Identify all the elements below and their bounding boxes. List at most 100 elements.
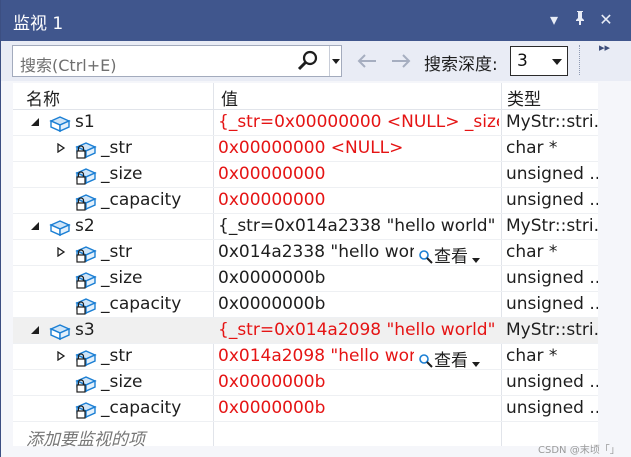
private-member-icon	[75, 142, 97, 159]
watch-type: MyStr::stri...	[506, 216, 598, 236]
watch-value[interactable]: 0x00000000	[218, 164, 499, 184]
watch-name[interactable]: s2	[75, 216, 95, 236]
watch-name[interactable]: s1	[75, 112, 95, 132]
watch-value[interactable]: 0x014a2338 "hello worl...	[218, 242, 414, 262]
private-member-icon	[75, 168, 97, 185]
search-options-dropdown-icon[interactable]	[330, 46, 342, 76]
watch-type: unsigned ...	[506, 164, 598, 184]
private-member-icon	[75, 272, 97, 289]
expanded-triangle-icon[interactable]	[30, 325, 40, 335]
watch-name[interactable]: _capacity	[101, 190, 181, 210]
search-forward-arrow-icon[interactable]	[390, 53, 412, 69]
search-box[interactable]: 搜索(Ctrl+E)	[12, 45, 342, 77]
visualizer-label[interactable]: 查看	[434, 351, 468, 371]
watch-name[interactable]: _size	[101, 268, 142, 288]
object-icon	[49, 220, 71, 237]
private-member-icon	[75, 376, 97, 393]
expanded-triangle-icon[interactable]	[30, 117, 40, 127]
watch-value[interactable]: {_str=0x00000000 <NULL> _size=...	[218, 112, 499, 132]
watch-row-size[interactable]: _size 0x0000000b unsigned ...	[13, 370, 598, 396]
visualizer-label[interactable]: 查看	[434, 247, 468, 267]
watch-row-size[interactable]: _size 0x0000000b unsigned ...	[13, 266, 598, 292]
watch-type: unsigned ...	[506, 268, 598, 288]
watch-name[interactable]: _capacity	[101, 398, 181, 418]
search-depth-select[interactable]: 3	[510, 46, 568, 76]
watch-type: unsigned ...	[506, 398, 598, 418]
column-header-name[interactable]: 名称	[26, 85, 60, 110]
watch-row-str[interactable]: _str 0x00000000 <NULL> char *	[13, 136, 598, 162]
private-member-icon	[75, 350, 97, 367]
watch-grid: 名称 值 类型 s1 {_str=0x00000000 <NULL> _size=…	[13, 83, 598, 450]
private-member-icon	[75, 246, 97, 263]
watch-value[interactable]: 0x014a2098 "hello worl...	[218, 346, 414, 366]
magnifier-icon	[419, 354, 433, 368]
watch-value[interactable]: 0x0000000b	[218, 294, 499, 314]
object-icon	[49, 324, 71, 341]
chevron-down-icon[interactable]	[468, 255, 484, 265]
watch-type: unsigned ...	[506, 190, 598, 210]
watch-value[interactable]: 0x00000000	[218, 190, 499, 210]
toolbar: 搜索(Ctrl+E) 搜索深度: 3 ▸▸	[1, 41, 631, 81]
search-input[interactable]: 搜索(Ctrl+E)	[20, 52, 116, 76]
add-watch-placeholder[interactable]: 添加要监视的项	[26, 425, 145, 450]
watch-type: MyStr::stri...	[506, 320, 598, 340]
watch-name[interactable]: _str	[101, 242, 132, 262]
toolbar-grip	[579, 45, 581, 75]
watch-window: 监视 1 ▾ ✕ 搜索(Ctrl+E) 搜索深度: 3 ▸▸ 名称 值 类型 s…	[0, 0, 631, 457]
search-depth-value: 3	[517, 51, 528, 71]
watch-row-s2[interactable]: s2 {_str=0x014a2338 "hello world" _s... My…	[13, 214, 598, 240]
toolbar-overflow-icon[interactable]: ▸▸	[599, 41, 610, 54]
grid-header: 名称 值 类型	[13, 83, 598, 110]
collapsed-triangle-icon[interactable]	[56, 143, 66, 153]
watch-type: char *	[506, 138, 558, 158]
expanded-triangle-icon[interactable]	[30, 221, 40, 231]
watch-row-str[interactable]: _str 0x014a2338 "hello worl... 查看 char *	[13, 240, 598, 267]
column-header-value[interactable]: 值	[221, 85, 238, 110]
vertical-scroll-area[interactable]	[600, 83, 631, 457]
watermark: CSDN @末顷「」	[538, 445, 620, 456]
watch-value[interactable]: 0x0000000b	[218, 268, 499, 288]
close-icon[interactable]: ✕	[596, 10, 616, 30]
watch-name[interactable]: _size	[101, 372, 142, 392]
magnifier-icon	[419, 250, 433, 264]
watch-row-s3[interactable]: s3 {_str=0x014a2098 "hello world" _s... My…	[13, 318, 598, 344]
private-member-icon	[75, 402, 97, 419]
text-visualizer-button[interactable]: 查看	[418, 346, 484, 371]
watch-name[interactable]: _capacity	[101, 294, 181, 314]
watch-type: char *	[506, 242, 558, 262]
watch-value[interactable]: 0x00000000 <NULL>	[218, 138, 499, 158]
chevron-down-icon	[552, 59, 562, 65]
private-member-icon	[75, 298, 97, 315]
watch-type: MyStr::stri...	[506, 112, 598, 132]
watch-name[interactable]: _str	[101, 346, 132, 366]
search-back-arrow-icon[interactable]	[356, 53, 378, 69]
search-icon[interactable]	[296, 49, 320, 73]
watch-row-capacity[interactable]: _capacity 0x0000000b unsigned ...	[13, 396, 598, 422]
watch-row-str[interactable]: _str 0x014a2098 "hello worl... 查看 char *	[13, 344, 598, 371]
watch-row-s1[interactable]: s1 {_str=0x00000000 <NULL> _size=... MyStr…	[13, 110, 598, 136]
window-title: 监视 1	[13, 14, 64, 34]
title-bar: 监视 1 ▾ ✕	[1, 0, 631, 41]
add-watch-row[interactable]: 添加要监视的项	[13, 422, 598, 450]
collapsed-triangle-icon[interactable]	[56, 351, 66, 361]
watch-value[interactable]: 0x0000000b	[218, 398, 499, 418]
watch-type: char *	[506, 346, 558, 366]
text-visualizer-button[interactable]: 查看	[418, 242, 484, 267]
watch-value[interactable]: 0x0000000b	[218, 372, 499, 392]
window-menu-dropdown-icon[interactable]: ▾	[544, 10, 564, 30]
collapsed-triangle-icon[interactable]	[56, 247, 66, 257]
watch-value[interactable]: {_str=0x014a2338 "hello world" _s...	[218, 216, 499, 236]
pin-icon[interactable]	[570, 10, 590, 31]
watch-name[interactable]: _str	[101, 138, 132, 158]
watch-type: unsigned ...	[506, 372, 598, 392]
watch-value[interactable]: {_str=0x014a2098 "hello world" _s...	[218, 320, 499, 340]
object-icon	[49, 116, 71, 133]
chevron-down-icon[interactable]	[468, 359, 484, 369]
column-header-type[interactable]: 类型	[507, 85, 541, 110]
watch-row-capacity[interactable]: _capacity 0x0000000b unsigned ...	[13, 292, 598, 318]
search-depth-label: 搜索深度:	[424, 55, 498, 75]
watch-row-size[interactable]: _size 0x00000000 unsigned ...	[13, 162, 598, 188]
watch-name[interactable]: _size	[101, 164, 142, 184]
watch-row-capacity[interactable]: _capacity 0x00000000 unsigned ...	[13, 188, 598, 214]
watch-name[interactable]: s3	[75, 320, 95, 340]
